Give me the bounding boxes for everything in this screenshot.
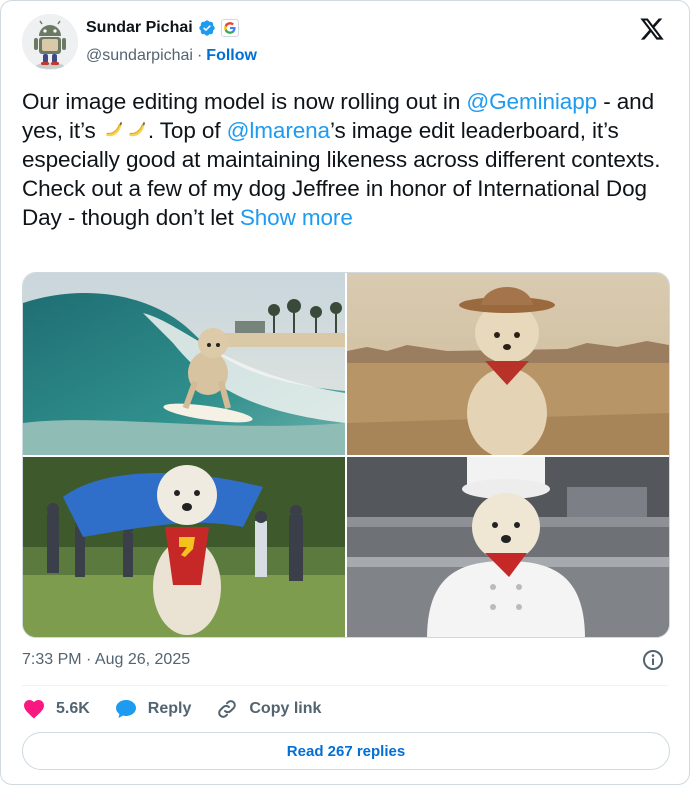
banana-emoji-icon	[102, 118, 125, 141]
android-figure-avatar-icon	[22, 14, 78, 70]
author-handle-row: @sundarpichai · Follow	[86, 47, 257, 65]
like-count: 5.6K	[56, 700, 90, 717]
photo-dog-chef[interactable]	[347, 457, 669, 637]
x-logo-icon[interactable]	[638, 16, 666, 42]
author-name[interactable]: Sundar Pichai	[86, 19, 193, 37]
photo-dog-superhero[interactable]	[23, 457, 345, 637]
divider	[22, 685, 668, 686]
read-replies-button[interactable]: Read 267 replies	[22, 732, 670, 770]
photo-dog-cowboy[interactable]	[347, 273, 669, 455]
verified-badge-icon	[199, 20, 215, 36]
tweet-actions: 5.6K Reply Copy link	[22, 696, 345, 722]
author-name-row: Sundar Pichai	[86, 19, 239, 37]
heart-icon	[24, 700, 44, 719]
author-handle[interactable]: @sundarpichai	[86, 47, 193, 65]
mention-geminiapp[interactable]: @Geminiapp	[466, 89, 597, 114]
tweet-text: Our image editing model is now rolling o…	[22, 87, 672, 232]
reply-label: Reply	[147, 700, 192, 717]
like-button[interactable]: 5.6K	[22, 697, 90, 721]
separator-dot: ·	[196, 47, 203, 64]
copy-link-button[interactable]: Copy link	[215, 697, 321, 721]
copy-link-label: Copy link	[249, 700, 322, 717]
tweet-timestamp[interactable]: 7:33 PM · Aug 26, 2025	[22, 651, 190, 669]
google-g-icon	[220, 19, 239, 37]
show-more-link[interactable]: Show more	[240, 205, 353, 230]
reply-button[interactable]: Reply	[114, 697, 192, 721]
banana-emoji-icon	[125, 118, 148, 141]
tweet-text-part: . Top of	[147, 118, 227, 143]
author-avatar[interactable]	[22, 14, 78, 70]
info-icon[interactable]	[641, 648, 665, 672]
follow-button[interactable]: Follow	[206, 47, 257, 65]
photo-dog-surfing[interactable]	[23, 273, 345, 455]
link-icon	[218, 700, 237, 718]
media-grid	[22, 272, 670, 638]
tweet-text-part: Our image editing model is now rolling o…	[22, 89, 467, 114]
reply-bubble-icon	[115, 700, 136, 718]
mention-lmarena[interactable]: @lmarena	[227, 118, 330, 143]
tweet-card: Sundar Pichai @sundarpichai · Follow Our…	[0, 0, 690, 785]
